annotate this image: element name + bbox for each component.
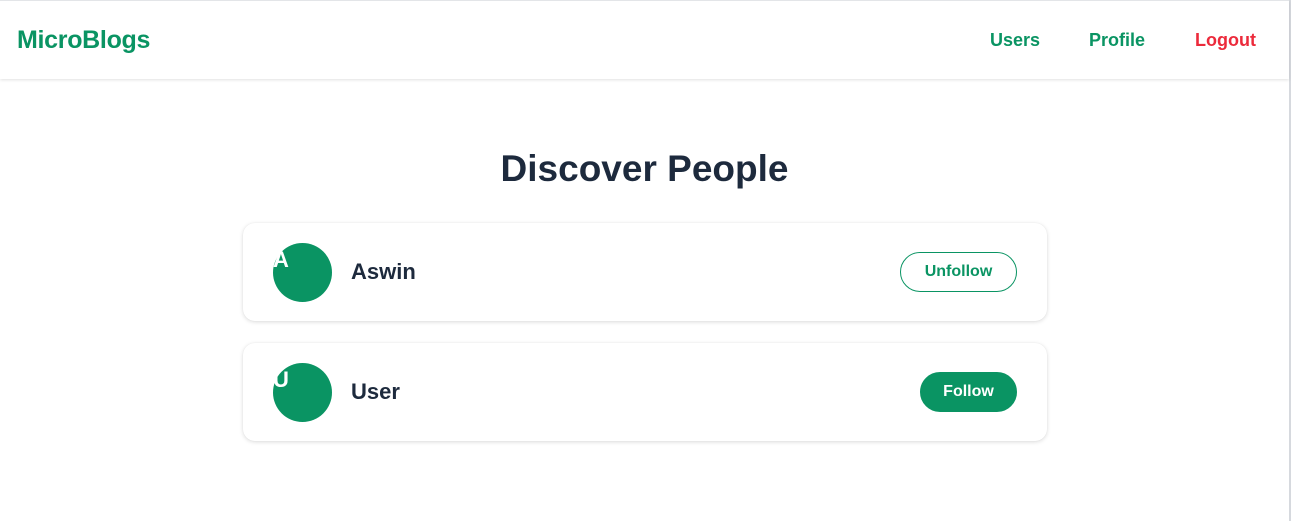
avatar: U [273, 363, 332, 422]
nav-profile-link[interactable]: Profile [1089, 30, 1145, 51]
user-card: A Aswin Unfollow [243, 223, 1047, 321]
nav-users-link[interactable]: Users [990, 30, 1040, 51]
user-card: U User Follow [243, 343, 1047, 441]
avatar-initial: A [273, 247, 289, 272]
top-navbar: MicroBlogs Users Profile Logout [0, 0, 1289, 79]
user-name: Aswin [351, 259, 416, 284]
unfollow-button[interactable]: Unfollow [900, 252, 1017, 292]
user-name: User [351, 379, 400, 404]
page-title: Discover People [500, 148, 789, 189]
avatar-initial: U [273, 367, 289, 392]
nav-logout-link[interactable]: Logout [1195, 30, 1256, 51]
avatar: A [273, 243, 332, 302]
follow-button[interactable]: Follow [920, 372, 1017, 412]
brand-logo-link[interactable]: MicroBlogs [17, 26, 150, 55]
